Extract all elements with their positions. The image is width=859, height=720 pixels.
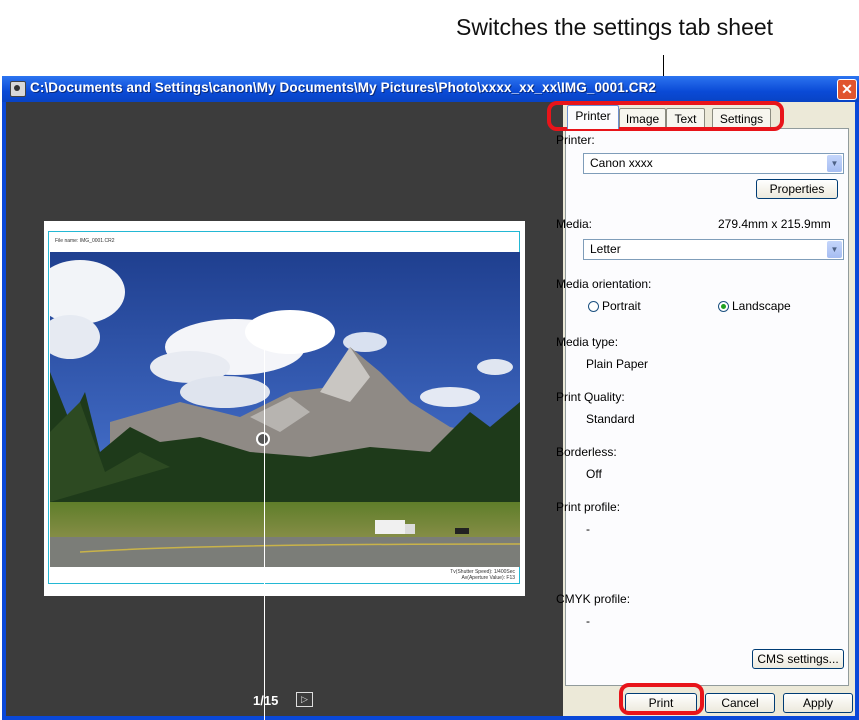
page-counter: 1/15	[253, 693, 279, 708]
media-type-value: Plain Paper	[586, 357, 649, 371]
print-profile-value: -	[586, 522, 590, 536]
cancel-button[interactable]: Cancel	[705, 693, 775, 713]
title-bar[interactable]: C:\Documents and Settings\canon\My Docum…	[2, 76, 859, 102]
print-profile-label: Print profile:	[556, 500, 621, 514]
portrait-radio[interactable]	[588, 301, 599, 312]
properties-button[interactable]: Properties	[756, 179, 838, 199]
cms-settings-button[interactable]: CMS settings...	[752, 649, 844, 669]
landscape-photo	[50, 252, 520, 567]
media-select-value: Letter	[590, 242, 621, 256]
callout-marker	[256, 432, 270, 446]
print-quality-value: Standard	[586, 412, 635, 426]
paper-preview: File name: IMG_0001.CR2 Tv(Shutter Speed…	[44, 221, 525, 596]
borderless-label: Borderless:	[556, 445, 617, 459]
print-button-highlight-ring	[619, 683, 704, 715]
printer-label: Printer:	[556, 133, 595, 147]
aperture-text: Av(Aperture Value): F13	[461, 575, 515, 581]
print-preview-area: File name: IMG_0001.CR2 Tv(Shutter Speed…	[6, 102, 563, 716]
printer-select-value: Canon xxxx	[590, 156, 653, 170]
printer-select[interactable]: Canon xxxx ▼	[583, 153, 844, 174]
media-size-text: 279.4mm x 215.9mm	[718, 217, 831, 231]
media-label: Media:	[556, 217, 593, 231]
shooting-info-text: Tv(Shutter Speed): 1/400Sec Av(Aperture …	[450, 569, 515, 581]
cmyk-profile-label: CMYK profile:	[556, 592, 631, 606]
window-title: C:\Documents and Settings\canon\My Docum…	[30, 80, 657, 95]
settings-panel: Printer Image Text Settings Printer: Can…	[556, 102, 855, 690]
close-button[interactable]: ✕	[837, 79, 857, 100]
media-type-label: Media type:	[556, 335, 619, 349]
dialog-button-bar: Print Cancel Apply	[563, 690, 855, 716]
marker-leader-line	[264, 344, 265, 720]
media-select[interactable]: Letter ▼	[583, 239, 844, 260]
callout-text: Switches the settings tab sheet	[456, 14, 774, 40]
printer-tab-page: Printer: Canon xxxx ▼ Properties Media: …	[556, 128, 849, 686]
printable-area: File name: IMG_0001.CR2 Tv(Shutter Speed…	[48, 231, 520, 584]
landscape-label[interactable]: Landscape	[732, 299, 791, 313]
chevron-down-icon: ▼	[827, 155, 842, 172]
print-quality-label: Print Quality:	[556, 390, 625, 404]
file-name-text: File name: IMG_0001.CR2	[55, 238, 115, 244]
portrait-label[interactable]: Portrait	[602, 299, 641, 313]
apply-button[interactable]: Apply	[783, 693, 853, 713]
print-window: C:\Documents and Settings\canon\My Docum…	[2, 76, 859, 720]
orientation-label: Media orientation:	[556, 277, 652, 291]
chevron-down-icon: ▼	[827, 241, 842, 258]
tab-printer[interactable]: Printer	[567, 105, 619, 129]
cmyk-profile-value: -	[586, 614, 590, 628]
borderless-value: Off	[586, 467, 602, 481]
camera-icon	[10, 81, 26, 97]
landscape-radio[interactable]	[718, 301, 729, 312]
next-page-icon[interactable]: ▷	[296, 692, 313, 707]
photo-thumbnail[interactable]	[50, 252, 520, 567]
